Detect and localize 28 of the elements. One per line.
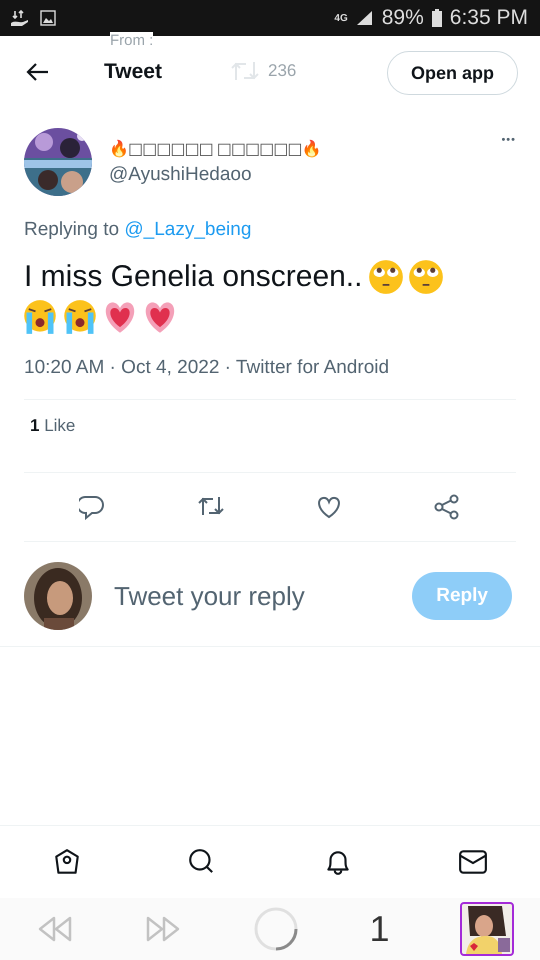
network-label: 4G (334, 12, 348, 24)
eye-roll-emoji-icon (368, 259, 404, 295)
home-icon[interactable] (52, 847, 82, 877)
back-arrow-icon[interactable] (26, 62, 50, 82)
timestamp: 10:20 AM · Oct 4, 2022 · Twitter for Android (24, 357, 390, 379)
loading-spinner-icon (252, 906, 299, 952)
battery-percent: 89% (382, 6, 424, 30)
image-icon (40, 10, 56, 26)
signal-icon (356, 10, 374, 26)
reply-icon[interactable] (79, 493, 107, 521)
likes-count[interactable]: 1 Like (24, 400, 516, 452)
tweet-text: I miss Genelia onscreen.. (24, 260, 362, 294)
clock: 6:35 PM (450, 6, 528, 30)
eye-roll-emoji-icon (408, 259, 444, 295)
tab-count[interactable]: 1 (369, 908, 390, 950)
replying-to-text: Replying to @_Lazy_being (24, 219, 252, 241)
battery-icon (432, 9, 442, 27)
display-name: 🔥□□□□□□ □□□□□□🔥 (109, 138, 322, 158)
more-options-icon[interactable]: ••• (501, 134, 516, 146)
mail-icon[interactable] (458, 847, 488, 877)
crying-face-emoji-icon (62, 299, 98, 335)
retweet-icon (230, 60, 260, 82)
crying-face-emoji-icon (22, 299, 58, 335)
open-app-button[interactable]: Open app (386, 51, 518, 95)
username: @AyushiHedaoo (109, 164, 253, 186)
share-icon[interactable] (433, 493, 461, 521)
page-title: Tweet (104, 60, 162, 84)
faded-count: 236 (268, 61, 296, 81)
